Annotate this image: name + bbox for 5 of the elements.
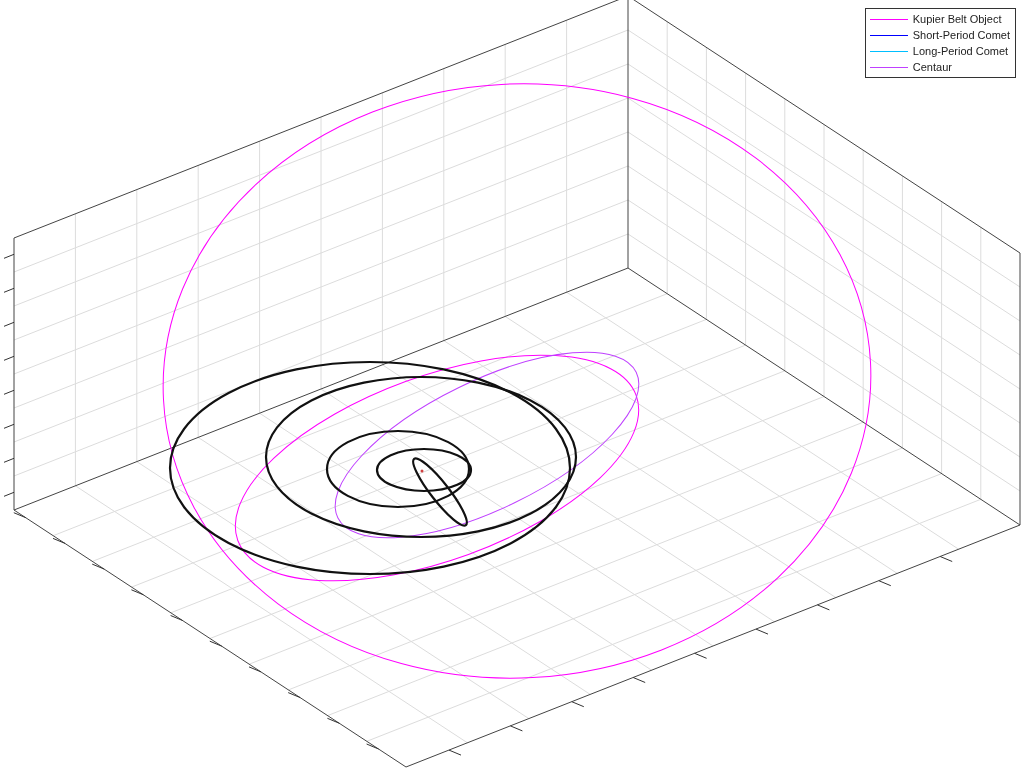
legend-label: Kupier Belt Object: [912, 13, 1002, 25]
legend-label: Long-Period Comet: [912, 45, 1009, 57]
legend-label: Centaur: [912, 61, 952, 73]
sun-marker: [420, 469, 424, 473]
legend-label: Short-Period Comet: [912, 29, 1010, 41]
